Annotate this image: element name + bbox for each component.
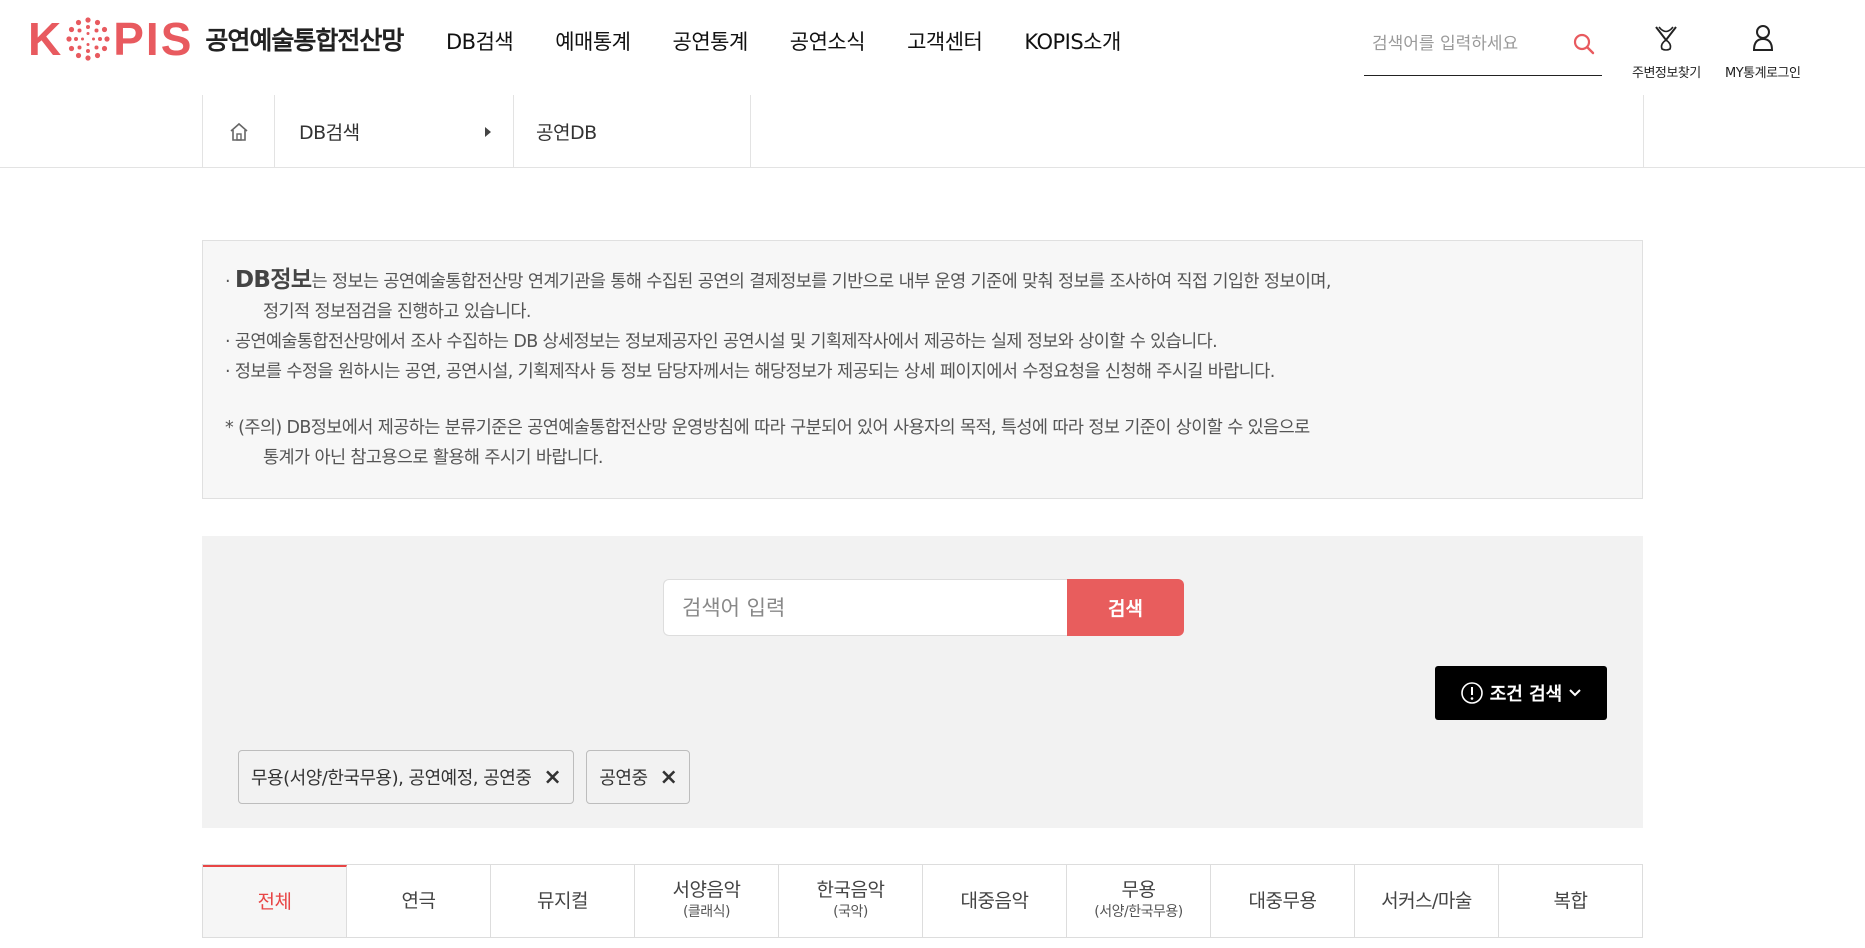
tab-label: 전체 xyxy=(257,891,292,913)
tab-all[interactable]: 전체 xyxy=(203,865,347,937)
close-icon[interactable]: × xyxy=(543,765,561,790)
filter-chip-label: 무용(서양/한국무용), 공연예정, 공연중 xyxy=(251,768,532,789)
tab-label: 뮤지컬 xyxy=(537,890,588,912)
tab-label: 복합 xyxy=(1553,890,1588,912)
breadcrumb-level2[interactable]: 공연DB xyxy=(514,95,751,168)
site-header: K P I S 공연예술통합전산망 DB검색 예매통계 공연통계 공연소식 고객… xyxy=(0,0,1865,95)
my-stats-login-button[interactable]: MY통계로그인 xyxy=(1725,24,1801,81)
notice-caution: * (주의) DB정보에서 제공하는 분류기준은 공연예술통합전산망 운영방침에… xyxy=(225,418,1310,438)
tab-label: 무용 xyxy=(1121,879,1156,901)
logo-letter-k: K xyxy=(28,13,64,65)
site-name: 공연예술통합전산망 xyxy=(205,26,404,55)
user-icon xyxy=(1750,24,1776,56)
nav-about-kopis[interactable]: KOPIS소개 xyxy=(1024,26,1121,56)
nav-performance-stats[interactable]: 공연통계 xyxy=(673,26,749,56)
nearby-info-label: 주변정보찾기 xyxy=(1632,66,1701,81)
breadcrumb-level2-label: 공연DB xyxy=(536,122,597,144)
condition-search-button[interactable]: 조건 검색 xyxy=(1435,666,1607,720)
tab-sublabel: (클래식) xyxy=(682,904,731,920)
nav-customer-center[interactable]: 고객센터 xyxy=(907,26,983,56)
tab-label: 대중무용 xyxy=(1248,890,1317,912)
tab-sublabel: (국악) xyxy=(833,904,868,920)
notice-line-2: · 공연예술통합전산망에서 조사 수집하는 DB 상세정보는 정보제공자인 공연… xyxy=(225,332,1218,352)
tab-dance[interactable]: 무용 (서양/한국무용) xyxy=(1067,865,1211,937)
nav-db-search[interactable]: DB검색 xyxy=(446,26,514,56)
close-icon[interactable]: × xyxy=(660,765,678,790)
home-button[interactable] xyxy=(203,95,275,168)
filter-chip-label: 공연중 xyxy=(599,768,648,789)
tab-korean-music[interactable]: 한국음악 (국악) xyxy=(779,865,923,937)
alert-circle-icon xyxy=(1460,682,1483,704)
tab-western-music[interactable]: 서양음악 (클래식) xyxy=(635,865,779,937)
main-search: 검색 xyxy=(663,579,1184,636)
breadcrumb-level1[interactable]: DB검색 xyxy=(275,95,514,168)
db-info-notice: · DB정보는 정보는 공연예술통합전산망 연계기관을 통해 수집된 공연의 결… xyxy=(202,240,1643,499)
tab-label: 한국음악 xyxy=(816,879,885,901)
filter-chip: 무용(서양/한국무용), 공연예정, 공연중 × xyxy=(238,750,575,804)
breadcrumb: DB검색 공연DB xyxy=(202,95,751,168)
tab-popular-music[interactable]: 대중음악 xyxy=(923,865,1067,937)
kopis-logo-mark: K P I S xyxy=(28,12,193,66)
tab-musical[interactable]: 뮤지컬 xyxy=(491,865,635,937)
notice-line-1: · DB정보는 정보는 공연예술통합전산망 연계기관을 통해 수집된 공연의 결… xyxy=(225,267,1331,293)
header-search-input[interactable] xyxy=(1364,22,1564,66)
notice-caution-cont: 통계가 아닌 참고용으로 활용해 주시기 바랍니다. xyxy=(263,448,603,468)
nearby-info-button[interactable]: 주변정보찾기 xyxy=(1632,24,1701,81)
breadcrumb-level1-label: DB검색 xyxy=(299,122,360,144)
tab-label: 연극 xyxy=(401,890,436,912)
genre-tabs: 전체 연극 뮤지컬 서양음악 (클래식) 한국음악 (국악) 대중음악 무용 (서양/… xyxy=(202,864,1643,938)
notice-line-3: · 정보를 수정을 원하시는 공연, 공연시설, 기획제작사 등 정보 담당자께… xyxy=(225,362,1275,382)
logo-letter-p: P xyxy=(113,13,146,65)
tab-label: 서커스/마술 xyxy=(1381,890,1472,912)
nav-performance-news[interactable]: 공연소식 xyxy=(790,26,866,56)
tab-popular-dance[interactable]: 대중무용 xyxy=(1211,865,1355,937)
chevron-down-icon xyxy=(1569,689,1581,697)
condition-search-label: 조건 검색 xyxy=(1489,684,1563,705)
main-nav: DB검색 예매통계 공연통계 공연소식 고객센터 KOPIS소개 xyxy=(446,26,1163,56)
my-stats-login-label: MY통계로그인 xyxy=(1725,66,1801,81)
tab-theater[interactable]: 연극 xyxy=(347,865,491,937)
logo-letter-i: I xyxy=(145,13,161,65)
tab-label: 서양음악 xyxy=(672,879,741,901)
logo-dot-circle-icon xyxy=(66,17,110,61)
tab-complex[interactable]: 복합 xyxy=(1499,865,1642,937)
search-button[interactable]: 검색 xyxy=(1067,579,1184,636)
notice-spacer xyxy=(225,387,1620,413)
notice-title: DB정보 xyxy=(234,267,312,293)
site-logo[interactable]: K P I S 공연예술통합전산망 xyxy=(28,12,404,66)
keyword-search-input[interactable] xyxy=(663,579,1067,636)
tab-sublabel: (서양/한국무용) xyxy=(1094,904,1183,920)
breadcrumb-divider xyxy=(1643,95,1644,168)
home-icon xyxy=(229,122,248,141)
map-pin-icon xyxy=(1653,24,1679,56)
active-filters: 무용(서양/한국무용), 공연예정, 공연중 × 공연중 × xyxy=(238,750,691,804)
notice-line-1-cont: 정기적 정보점검을 진행하고 있습니다. xyxy=(263,302,531,322)
notice-line-1-text: 는 정보는 공연예술통합전산망 연계기관을 통해 수집된 공연의 결제정보를 기… xyxy=(311,272,1331,292)
tab-circus-magic[interactable]: 서커스/마술 xyxy=(1355,865,1499,937)
header-search xyxy=(1364,22,1602,76)
nav-booking-stats[interactable]: 예매통계 xyxy=(555,26,631,56)
search-icon[interactable] xyxy=(1572,32,1596,60)
breadcrumb-bar: DB검색 공연DB xyxy=(0,95,1865,168)
filter-chip: 공연중 × xyxy=(586,750,691,804)
search-area: 검색 조건 검색 무용(서양/한국무용), 공연예정, 공연중 × 공연중 × xyxy=(202,536,1643,828)
tab-label: 대중음악 xyxy=(960,890,1029,912)
caret-right-icon xyxy=(485,126,491,137)
logo-letter-s: S xyxy=(160,13,194,65)
